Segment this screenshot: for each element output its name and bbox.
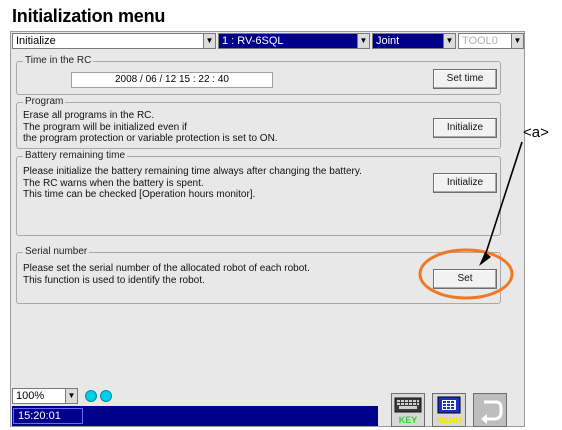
callout-annotation (418, 141, 523, 300)
annotation-label: <a> (523, 124, 549, 141)
callout-arrow-line (484, 141, 523, 257)
highlight-ellipse (418, 248, 514, 300)
